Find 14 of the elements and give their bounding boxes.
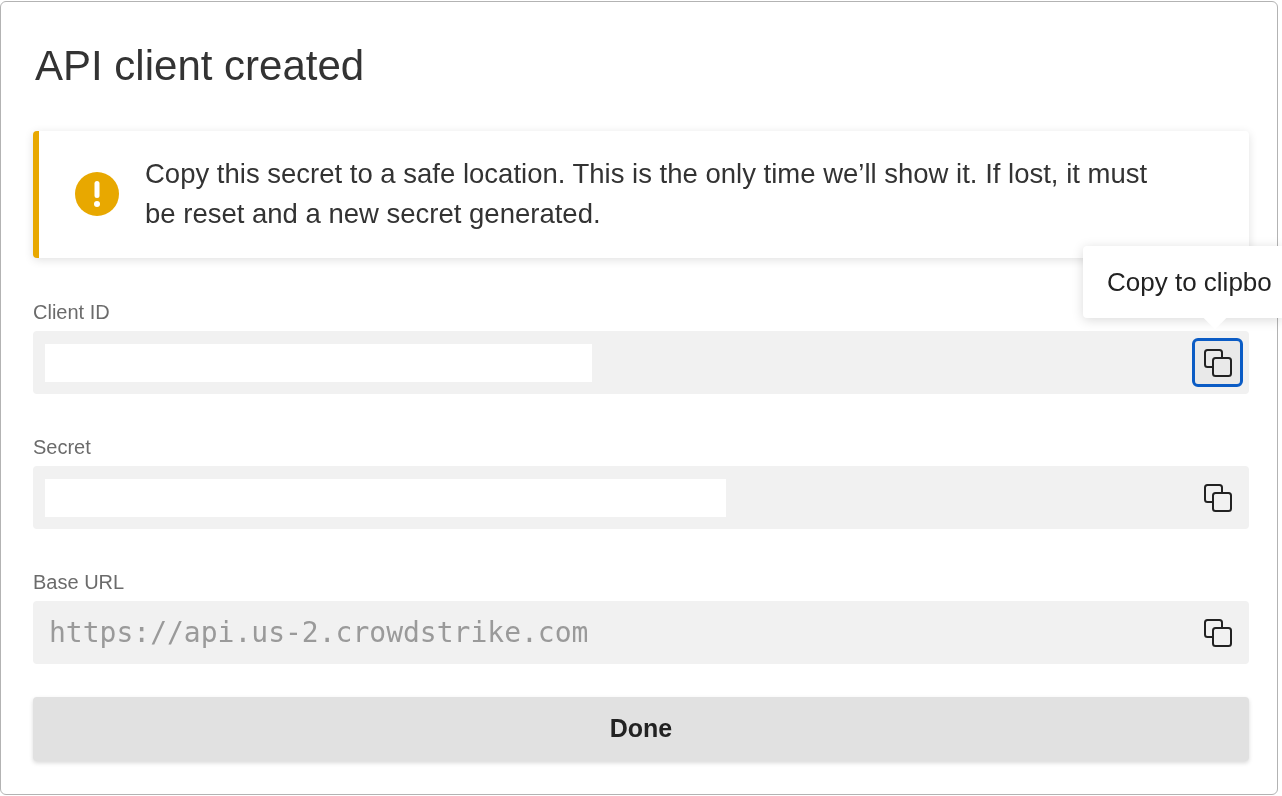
- copy-button[interactable]: [1192, 338, 1243, 387]
- field-label: Client ID: [33, 300, 111, 324]
- warning-icon: [75, 172, 119, 216]
- copy-icon: [1203, 348, 1232, 377]
- input-field[interactable]: [33, 466, 1249, 529]
- field-value: https://api.us-2.crowdstrike.com: [48, 614, 589, 651]
- done-button[interactable]: Done: [33, 697, 1249, 761]
- field-label: Base URL: [33, 570, 126, 594]
- input-field[interactable]: [33, 331, 1249, 394]
- dialog-title: API client created: [35, 41, 366, 91]
- field-label: Secret: [33, 435, 92, 459]
- copy-icon: [1203, 618, 1232, 647]
- copy-icon: [1203, 483, 1232, 512]
- warning-message: Copy this secret to a safe location. This is the only time we’ll show it. If lost, it must be reset and a new secret generated.: [145, 157, 1149, 231]
